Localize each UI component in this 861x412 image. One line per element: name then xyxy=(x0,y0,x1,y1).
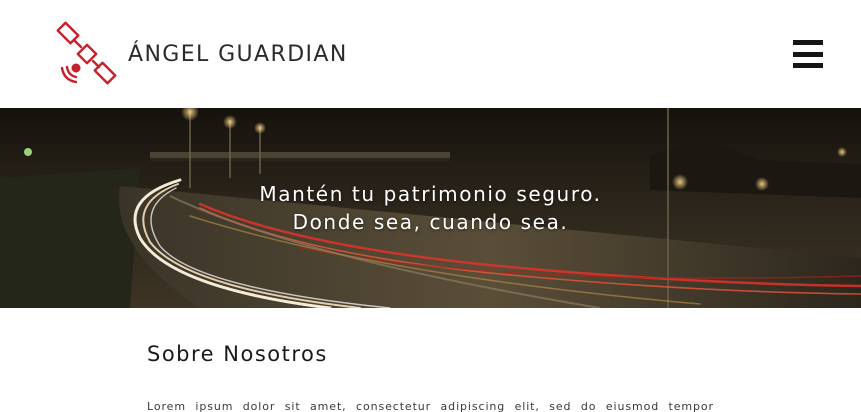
hero-banner: Mantén tu patrimonio seguro. Donde sea, … xyxy=(0,108,861,308)
hero-headline-line-2: Donde sea, cuando sea. xyxy=(292,210,569,234)
hamburger-menu-icon-bar xyxy=(793,63,823,68)
hamburger-menu-icon-bar xyxy=(793,51,823,57)
satellite-icon xyxy=(56,21,117,85)
page: ÁNGEL GUARDIAN Mantén tu patrimonio segu… xyxy=(0,0,861,412)
site-header: ÁNGEL GUARDIAN xyxy=(0,0,861,108)
about-section-title: Sobre Nosotros xyxy=(147,342,328,366)
hero-headline-line-1: Mantén tu patrimonio seguro. xyxy=(259,182,602,206)
hero-headline: Mantén tu patrimonio seguro. Donde sea, … xyxy=(0,180,861,236)
hamburger-menu-button[interactable] xyxy=(793,40,823,68)
brand-name: ÁNGEL GUARDIAN xyxy=(128,41,348,67)
brand-logo-link[interactable]: ÁNGEL GUARDIAN xyxy=(54,18,348,90)
about-section-body: Lorem ipsum dolor sit amet, consectetur … xyxy=(147,400,714,412)
hamburger-menu-icon xyxy=(793,40,823,45)
